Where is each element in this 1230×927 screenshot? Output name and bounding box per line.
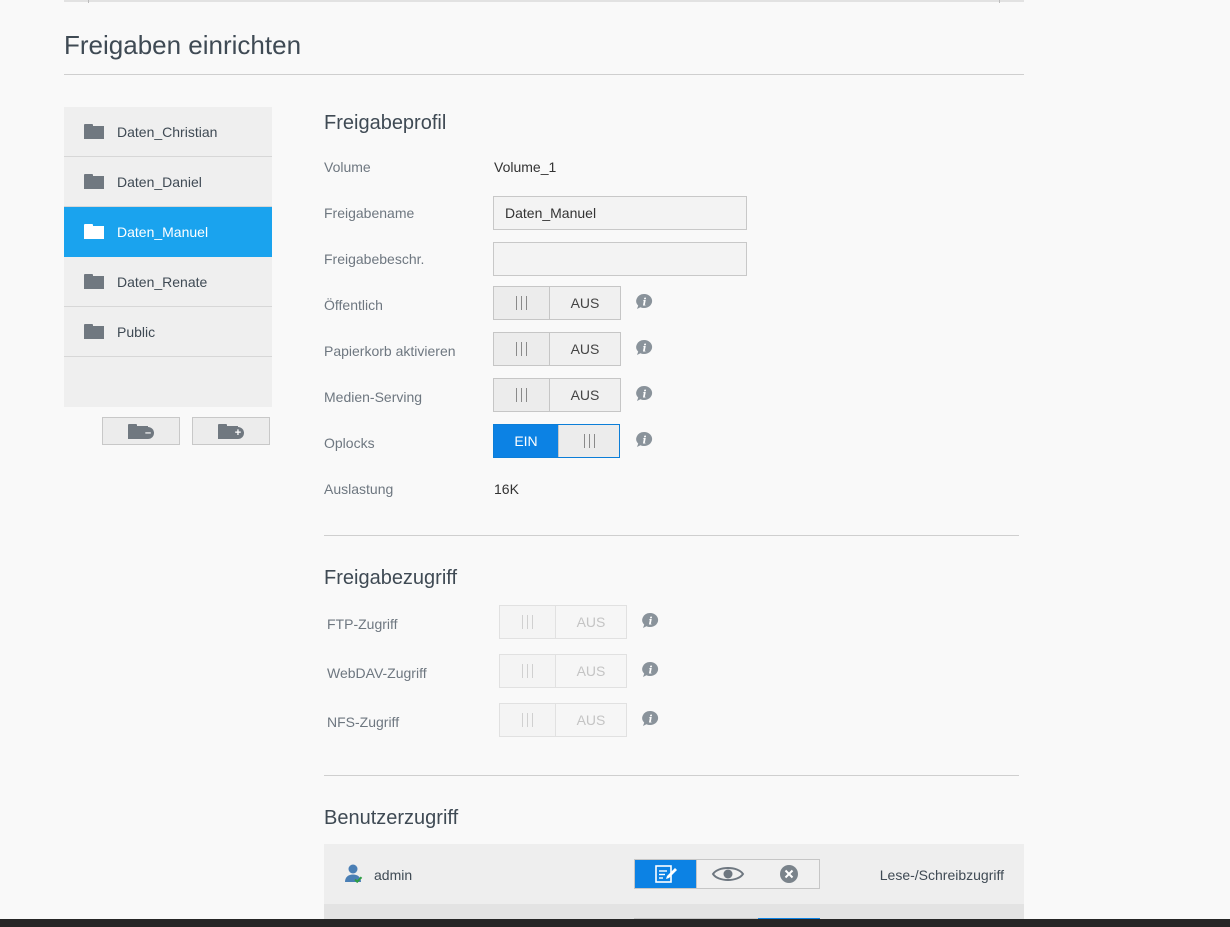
add-share-button[interactable]: + xyxy=(192,417,270,445)
top-border-tick xyxy=(88,0,89,3)
toggle-state: AUS xyxy=(570,387,600,403)
folder-icon xyxy=(84,174,104,189)
svg-text:i: i xyxy=(649,666,653,677)
usage-label: Auslastung xyxy=(324,481,394,497)
share-item-daten-manuel[interactable]: Daten_Manuel xyxy=(64,207,272,257)
toggle-state: EIN xyxy=(494,425,558,457)
svg-text:i: i xyxy=(649,617,653,628)
access-section-title: Freigabezugriff xyxy=(324,567,458,589)
webdav-access-toggle[interactable]: AUS xyxy=(499,654,627,688)
share-item-label: Public xyxy=(117,323,156,340)
user-icon xyxy=(345,864,363,884)
folder-icon xyxy=(84,224,104,239)
info-icon[interactable]: i xyxy=(641,710,659,728)
share-item-label: Daten_Christian xyxy=(117,123,218,140)
folder-icon xyxy=(84,324,104,339)
top-border-tick xyxy=(999,0,1000,3)
info-icon[interactable]: i xyxy=(635,293,653,311)
nfs-access-toggle[interactable]: AUS xyxy=(499,703,627,737)
webdav-access-label: WebDAV-Zugriff xyxy=(327,665,427,681)
toggle-state: AUS xyxy=(570,295,600,311)
folder-icon xyxy=(84,274,104,289)
recycle-bin-label: Papierkorb aktivieren xyxy=(324,343,456,359)
read-write-option[interactable] xyxy=(635,860,696,888)
info-icon[interactable]: i xyxy=(635,431,653,449)
svg-text:i: i xyxy=(643,344,647,355)
share-name-label: Freigabename xyxy=(324,205,415,221)
volume-value: Volume_1 xyxy=(494,159,557,175)
top-border xyxy=(64,0,1024,3)
share-description-input[interactable] xyxy=(493,242,747,276)
share-item-public[interactable]: Public xyxy=(64,307,272,357)
info-icon[interactable]: i xyxy=(641,612,659,630)
section-divider xyxy=(324,775,1019,776)
oplocks-label: Oplocks xyxy=(324,435,375,451)
svg-text:i: i xyxy=(649,715,653,726)
info-icon[interactable]: i xyxy=(635,385,653,403)
share-name-input[interactable] xyxy=(493,196,747,230)
info-icon[interactable]: i xyxy=(635,339,653,357)
user-access-section-title: Benutzerzugriff xyxy=(324,807,459,829)
toggle-grip xyxy=(500,655,556,687)
share-item-daten-daniel[interactable]: Daten_Daniel xyxy=(64,157,272,207)
usage-value: 16K xyxy=(494,481,519,497)
no-access-option[interactable] xyxy=(758,860,819,888)
svg-text:i: i xyxy=(643,436,647,447)
oplocks-toggle[interactable]: EIN xyxy=(493,424,620,458)
user-row: admin Lese-/Schreibzugriff xyxy=(324,844,1024,904)
toggle-grip xyxy=(558,425,619,457)
minus-badge-icon: – xyxy=(142,427,154,439)
profile-section-title: Freigabeprofil xyxy=(324,112,447,134)
share-item-label: Daten_Renate xyxy=(117,273,208,290)
media-serving-toggle[interactable]: AUS xyxy=(493,378,621,412)
nfs-access-label: NFS-Zugriff xyxy=(327,714,400,730)
read-only-option[interactable] xyxy=(696,860,758,888)
plus-badge-icon: + xyxy=(232,427,244,439)
toggle-state: AUS xyxy=(576,614,606,630)
deny-icon xyxy=(779,865,798,883)
section-divider xyxy=(324,535,1019,536)
toggle-grip xyxy=(494,379,550,411)
share-list: Daten_Christian Daten_Daniel Daten_Manue… xyxy=(64,107,272,407)
remove-share-button[interactable]: – xyxy=(102,417,180,445)
recycle-bin-toggle[interactable]: AUS xyxy=(493,332,621,366)
toggle-grip xyxy=(494,333,550,365)
title-divider xyxy=(64,74,1024,75)
svg-text:i: i xyxy=(643,390,647,401)
taskbar-edge xyxy=(0,919,1230,927)
page-title: Freigaben einrichten xyxy=(64,30,302,60)
share-description-label: Freigabebeschr. xyxy=(324,251,425,267)
share-item-daten-christian[interactable]: Daten_Christian xyxy=(64,107,272,157)
toggle-state: AUS xyxy=(576,663,606,679)
toggle-grip xyxy=(500,704,556,736)
eye-icon xyxy=(711,867,744,881)
share-item-label: Daten_Manuel xyxy=(117,223,209,240)
edit-icon xyxy=(654,865,677,883)
share-item-label: Daten_Daniel xyxy=(117,173,202,190)
public-label: Öffentlich xyxy=(324,297,383,313)
toggle-state: AUS xyxy=(570,341,600,357)
public-toggle[interactable]: AUS xyxy=(493,286,621,320)
media-serving-label: Medien-Serving xyxy=(324,389,423,405)
ftp-access-toggle[interactable]: AUS xyxy=(499,605,627,639)
svg-text:i: i xyxy=(643,298,647,309)
share-item-daten-renate[interactable]: Daten_Renate xyxy=(64,257,272,307)
volume-label: Volume xyxy=(324,159,371,175)
toggle-grip xyxy=(500,606,556,638)
folder-icon xyxy=(84,124,104,139)
toggle-grip xyxy=(494,287,550,319)
user-name: admin xyxy=(374,867,413,883)
user-permission-text: Lese-/Schreibzugriff xyxy=(879,867,1004,883)
toggle-state: AUS xyxy=(576,712,606,728)
ftp-access-label: FTP-Zugriff xyxy=(327,616,398,632)
info-icon[interactable]: i xyxy=(641,661,659,679)
user-access-selector xyxy=(634,859,820,889)
